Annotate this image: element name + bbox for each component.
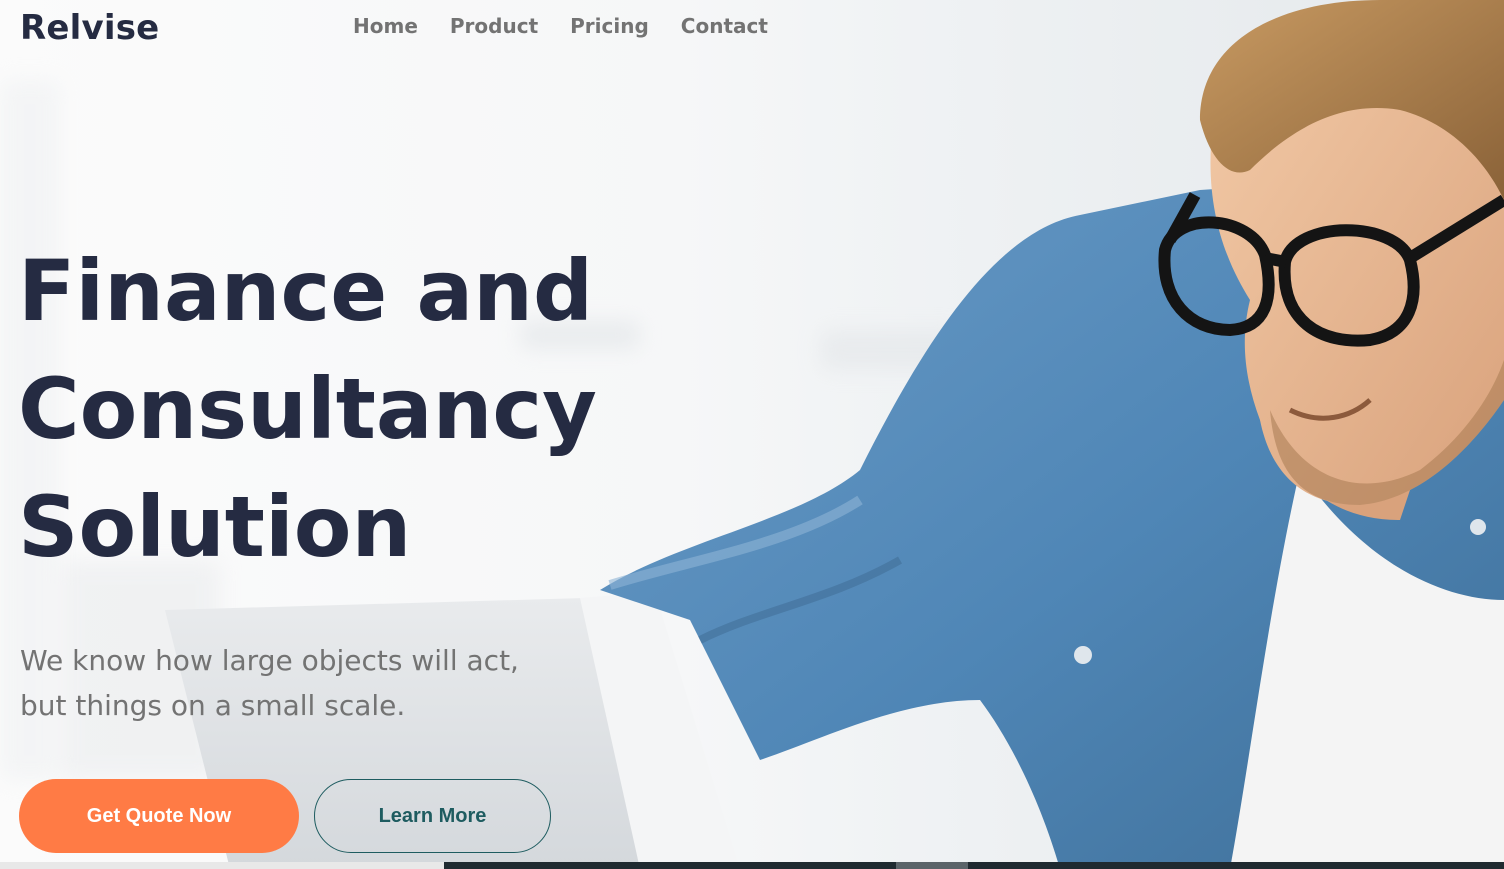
learn-more-button[interactable]: Learn More [314,779,551,853]
hero-subtitle: We know how large objects will act, but … [20,638,600,728]
nav-item-home[interactable]: Home [353,14,418,38]
hero-section: Relvise Home Product Pricing Contact Fin… [0,0,1504,869]
hero-title-line: Solution [18,478,412,576]
nav-item-contact[interactable]: Contact [681,14,768,38]
hero-title-line: Consultancy [18,360,597,458]
main-nav: Home Product Pricing Contact [353,14,768,38]
nav-item-product[interactable]: Product [450,14,538,38]
get-quote-button[interactable]: Get Quote Now [19,779,299,853]
hero-subtitle-line: but things on a small scale. [20,689,406,722]
hero-title-line: Finance and [18,242,594,340]
next-section-edge [0,862,1504,869]
brand-logo[interactable]: Relvise [20,8,159,48]
hero-subtitle-line: We know how large objects will act, [20,644,519,677]
nav-item-pricing[interactable]: Pricing [570,14,649,38]
hero-title: Finance and Consultancy Solution [18,232,597,586]
